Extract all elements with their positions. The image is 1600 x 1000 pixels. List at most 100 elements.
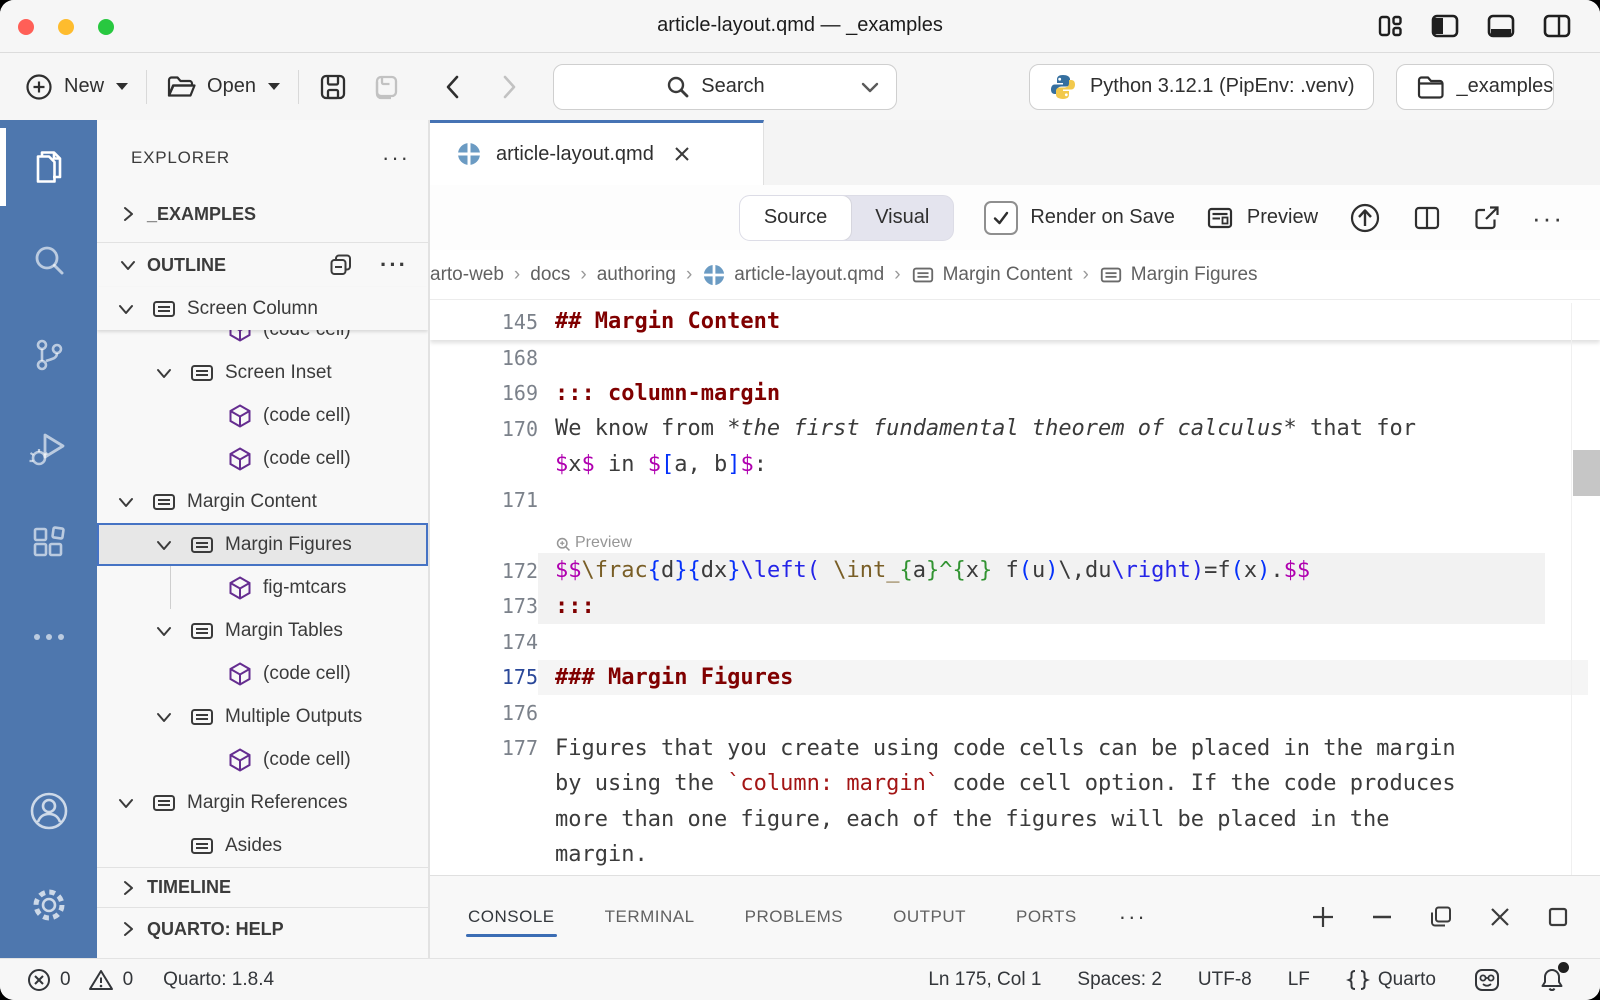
close-icon[interactable] — [1488, 905, 1512, 929]
extensions-icon — [28, 522, 70, 564]
activity-bar-item-extensions[interactable] — [0, 496, 97, 590]
code-editor[interactable]: 145 ## Margin Content 168169::: column-m… — [430, 303, 1600, 875]
breadcrumb-item[interactable]: arto-web — [430, 264, 504, 286]
quarto-icon — [702, 263, 726, 287]
customize-layout-icon[interactable] — [1376, 12, 1404, 40]
preview-button[interactable]: Preview — [1205, 203, 1318, 233]
activity-bar-item-search[interactable] — [0, 214, 97, 308]
sidebar-section-outline[interactable]: OUTLINE ··· — [97, 243, 428, 287]
editor-more-actions-icon[interactable]: ··· — [1532, 213, 1564, 223]
panel-more-tabs-icon[interactable]: ··· — [1119, 912, 1147, 922]
encoding-status[interactable]: UTF-8 — [1198, 969, 1252, 991]
eol-status[interactable]: LF — [1288, 969, 1310, 991]
chevron-down-icon[interactable] — [860, 80, 880, 94]
outline-item--code-cell-[interactable]: (code cell) — [97, 652, 428, 695]
cursor-position-status[interactable]: Ln 175, Col 1 — [928, 969, 1041, 991]
breadcrumb-item[interactable]: article-layout.qmd — [702, 263, 884, 287]
workspace-folder-button[interactable]: _examples — [1396, 64, 1554, 110]
activity-bar-item-source-control[interactable] — [0, 308, 97, 402]
open-button[interactable]: Open — [155, 72, 290, 102]
breadcrumb-item[interactable]: Margin Content — [911, 263, 1073, 287]
toggle-secondary-sidebar-icon[interactable] — [1542, 12, 1572, 40]
outline-item-fig-mtcars[interactable]: fig-mtcars — [97, 566, 428, 609]
maximize-icon[interactable] — [1546, 905, 1570, 929]
search-input[interactable]: Search — [553, 64, 897, 110]
plus-icon[interactable] — [1310, 904, 1336, 930]
symbol-section-icon — [145, 296, 183, 322]
close-icon[interactable] — [672, 144, 692, 164]
quarto-version-status[interactable]: Quarto: 1.8.4 — [163, 969, 274, 991]
codelens-preview[interactable]: Preview — [430, 518, 1600, 554]
breadcrumb-label: arto-web — [430, 264, 504, 286]
language-mode-status[interactable]: Quarto — [1346, 968, 1436, 992]
activity-bar-item-account[interactable] — [0, 764, 97, 858]
chevron-right-icon — [109, 205, 147, 223]
scrollbar-thumb[interactable] — [1573, 450, 1600, 496]
search-icon — [665, 74, 691, 100]
panel-tab-output[interactable]: OUTPUT — [891, 893, 968, 941]
outline-item-margin-figures[interactable]: Margin Figures — [97, 523, 428, 566]
outline-item-screen-inset[interactable]: Screen Inset — [97, 351, 428, 394]
indentation-status[interactable]: Spaces: 2 — [1077, 969, 1162, 991]
minimize-icon[interactable] — [1370, 905, 1394, 929]
outline-item--code-cell-[interactable]: (code cell) — [97, 738, 428, 781]
split-panel-icon[interactable] — [1428, 904, 1454, 930]
search-icon — [28, 240, 70, 282]
chevron-down-icon — [145, 536, 183, 554]
editor-scrollbar[interactable] — [1571, 303, 1600, 875]
split-editor-icon[interactable] — [1412, 203, 1442, 233]
breadcrumb-item[interactable]: docs — [530, 264, 570, 286]
breadcrumb-separator: › — [894, 264, 900, 286]
publish-icon[interactable] — [1348, 201, 1382, 235]
navigate-back-button[interactable] — [431, 72, 475, 102]
navigate-forward-button[interactable] — [487, 72, 531, 102]
outline-item-label: Margin References — [187, 792, 348, 814]
codelens-label[interactable]: Preview — [575, 534, 632, 552]
source-mode-button[interactable]: Source — [739, 195, 852, 241]
problems-status[interactable]: 0 0 — [26, 967, 133, 993]
outline-item-label: fig-mtcars — [263, 577, 346, 599]
outline-item-multiple-outputs[interactable]: Multiple Outputs — [97, 695, 428, 738]
panel-tab-ports[interactable]: PORTS — [1014, 893, 1079, 941]
activity-bar-item-explorer[interactable] — [0, 120, 97, 214]
python-interpreter-button[interactable]: Python 3.12.1 (PipEnv: .venv) — [1029, 64, 1374, 110]
save-all-button[interactable] — [359, 71, 411, 103]
code-line: by using the `column: margin` code cell … — [430, 766, 1600, 802]
explorer-more-actions-icon[interactable]: ··· — [382, 153, 410, 163]
sidebar-section-examples[interactable]: _EXAMPLES — [97, 186, 428, 242]
render-on-save-control[interactable]: Render on Save — [984, 201, 1175, 235]
toggle-panel-icon[interactable] — [1486, 12, 1516, 40]
outline-item--code-cell-[interactable]: (code cell) — [97, 437, 428, 480]
panel-tab-problems[interactable]: PROBLEMS — [743, 893, 845, 941]
panel-tab-terminal[interactable]: TERMINAL — [603, 893, 697, 941]
activity-bar-item-more[interactable] — [0, 590, 97, 684]
feedback-icon[interactable] — [1472, 966, 1502, 994]
visual-mode-button[interactable]: Visual — [851, 196, 953, 240]
breadcrumb-item[interactable]: Margin Figures — [1099, 263, 1258, 287]
open-external-icon[interactable] — [1472, 203, 1502, 233]
checkbox-checked-icon[interactable] — [984, 201, 1018, 235]
outline-item-margin-references[interactable]: Margin References — [97, 781, 428, 824]
chevron-down-icon — [145, 708, 183, 726]
sidebar-section-timeline[interactable]: TIMELINE — [97, 868, 428, 907]
activity-bar-item-settings[interactable] — [0, 858, 97, 952]
outline-item-screen-column[interactable]: Screen Column — [97, 287, 428, 330]
outline-item--code-cell-[interactable]: (code cell) — [97, 330, 428, 351]
panel-tab-console[interactable]: CONSOLE — [466, 893, 557, 941]
sidebar-section-quarto-help[interactable]: QUARTO: HELP — [97, 908, 428, 950]
outline-item-margin-content[interactable]: Margin Content — [97, 480, 428, 523]
outline-item-margin-tables[interactable]: Margin Tables — [97, 609, 428, 652]
chevron-down-icon — [107, 493, 145, 511]
new-button[interactable]: New — [14, 72, 138, 102]
toggle-primary-sidebar-icon[interactable] — [1430, 12, 1460, 40]
collapse-all-icon[interactable] — [328, 252, 354, 278]
activity-bar-item-run-debug[interactable] — [0, 402, 97, 496]
breadcrumb-item[interactable]: authoring — [597, 264, 676, 286]
save-button[interactable] — [307, 71, 359, 103]
notifications-bell-icon[interactable] — [1538, 966, 1566, 994]
outline-item-asides[interactable]: Asides — [97, 824, 428, 867]
sticky-scroll-line[interactable]: 145 ## Margin Content — [430, 303, 1600, 340]
outline-item--code-cell-[interactable]: (code cell) — [97, 394, 428, 437]
tab-article-layout[interactable]: article-layout.qmd — [430, 120, 764, 185]
outline-more-actions-icon[interactable]: ··· — [380, 260, 408, 270]
